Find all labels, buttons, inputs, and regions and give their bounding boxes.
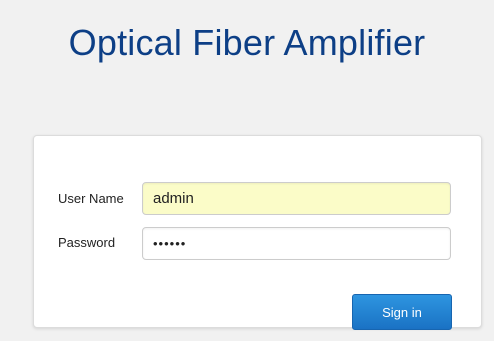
login-panel: User Name admin Password •••••• Sign in bbox=[33, 135, 482, 330]
login-page: Optical Fiber Amplifier User Name admin … bbox=[0, 0, 494, 341]
page-title: Optical Fiber Amplifier bbox=[68, 22, 426, 63]
password-label: Password bbox=[58, 235, 116, 250]
sign-in-button[interactable]: Sign in bbox=[352, 294, 452, 330]
password-input[interactable]: •••••• bbox=[142, 227, 451, 260]
username-label: User Name bbox=[58, 191, 124, 206]
username-input[interactable]: admin bbox=[142, 182, 451, 215]
